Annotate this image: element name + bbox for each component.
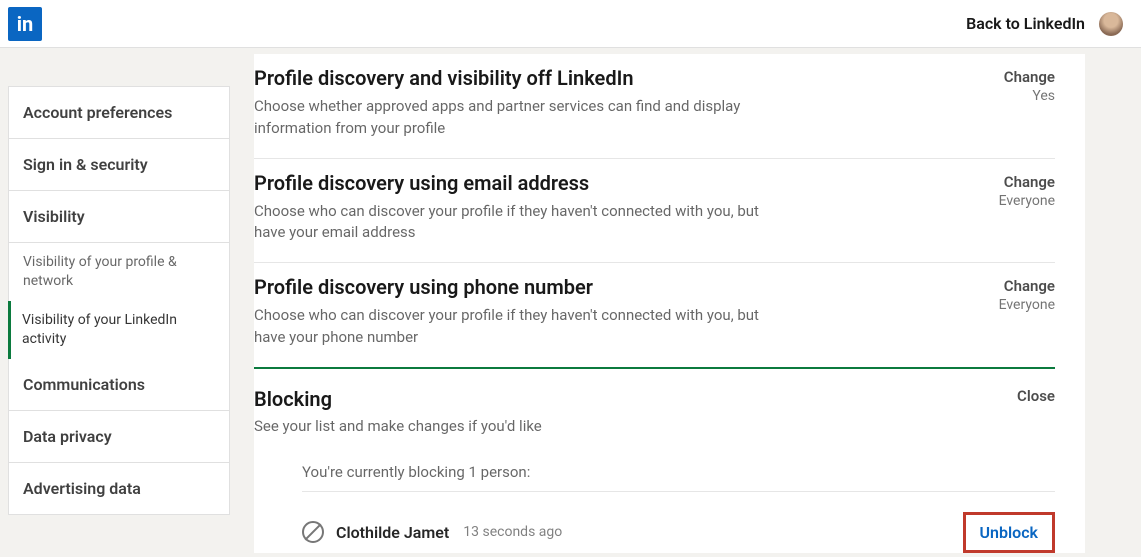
blocking-title: Blocking [254, 387, 542, 411]
setting-value: Everyone [975, 193, 1055, 209]
blocking-head: Blocking See your list and make changes … [254, 387, 1055, 435]
blocked-row: Clothilde Jamet 13 seconds ago Unblock [302, 492, 1055, 553]
back-to-linkedin-link[interactable]: Back to LinkedIn [966, 14, 1085, 33]
sidebar-item-visibility[interactable]: Visibility [8, 191, 230, 243]
block-icon [302, 521, 324, 543]
blocking-section: Blocking See your list and make changes … [254, 369, 1055, 553]
close-link[interactable]: Close [1017, 387, 1055, 405]
sidebar-item-account-preferences[interactable]: Account preferences [8, 86, 230, 139]
header-right: Back to LinkedIn [966, 12, 1123, 36]
setting-value: Yes [975, 88, 1055, 104]
setting-title: Profile discovery using email address [254, 171, 945, 195]
sidebar-item-communications[interactable]: Communications [8, 359, 230, 411]
setting-body: Profile discovery using email address Ch… [254, 171, 945, 245]
sidebar: Account preferences Sign in & security V… [8, 86, 230, 553]
setting-side: Change Everyone [975, 171, 1055, 209]
header: in Back to LinkedIn [0, 0, 1141, 48]
sidebar-item-advertising-data[interactable]: Advertising data [8, 463, 230, 515]
sidebar-sub-profile-network[interactable]: Visibility of your profile & network [8, 243, 230, 301]
blocking-count: You're currently blocking 1 person: [302, 463, 1055, 492]
blocking-headings: Blocking See your list and make changes … [254, 387, 542, 435]
change-link[interactable]: Change [975, 277, 1055, 295]
setting-side: Change Yes [975, 66, 1055, 104]
blocking-list: You're currently blocking 1 person: Clot… [254, 463, 1055, 553]
setting-row: Profile discovery and visibility off Lin… [254, 54, 1055, 159]
setting-body: Profile discovery and visibility off Lin… [254, 66, 945, 140]
setting-row: Profile discovery using email address Ch… [254, 159, 1055, 264]
sidebar-item-sign-in-security[interactable]: Sign in & security [8, 139, 230, 191]
change-link[interactable]: Change [975, 173, 1055, 191]
setting-desc: Choose who can discover your profile if … [254, 201, 794, 245]
container: Account preferences Sign in & security V… [0, 48, 1141, 553]
setting-title: Profile discovery using phone number [254, 275, 945, 299]
sidebar-item-data-privacy[interactable]: Data privacy [8, 411, 230, 463]
setting-value: Everyone [975, 297, 1055, 313]
setting-desc: Choose whether approved apps and partner… [254, 96, 794, 140]
sidebar-sub-linkedin-activity[interactable]: Visibility of your LinkedIn activity [8, 301, 230, 359]
avatar[interactable] [1099, 12, 1123, 36]
unblock-button[interactable]: Unblock [980, 523, 1038, 542]
setting-body: Profile discovery using phone number Cho… [254, 275, 945, 349]
setting-desc: Choose who can discover your profile if … [254, 305, 794, 349]
setting-row: Profile discovery using phone number Cho… [254, 263, 1055, 369]
main-content: Profile discovery and visibility off Lin… [254, 54, 1085, 553]
linkedin-logo[interactable]: in [8, 7, 42, 41]
blocked-time: 13 seconds ago [463, 524, 562, 540]
blocked-name: Clothilde Jamet [336, 523, 449, 542]
blocking-subtitle: See your list and make changes if you'd … [254, 417, 542, 435]
setting-side: Change Everyone [975, 275, 1055, 313]
setting-title: Profile discovery and visibility off Lin… [254, 66, 945, 90]
change-link[interactable]: Change [975, 68, 1055, 86]
unblock-highlight: Unblock [963, 512, 1055, 553]
